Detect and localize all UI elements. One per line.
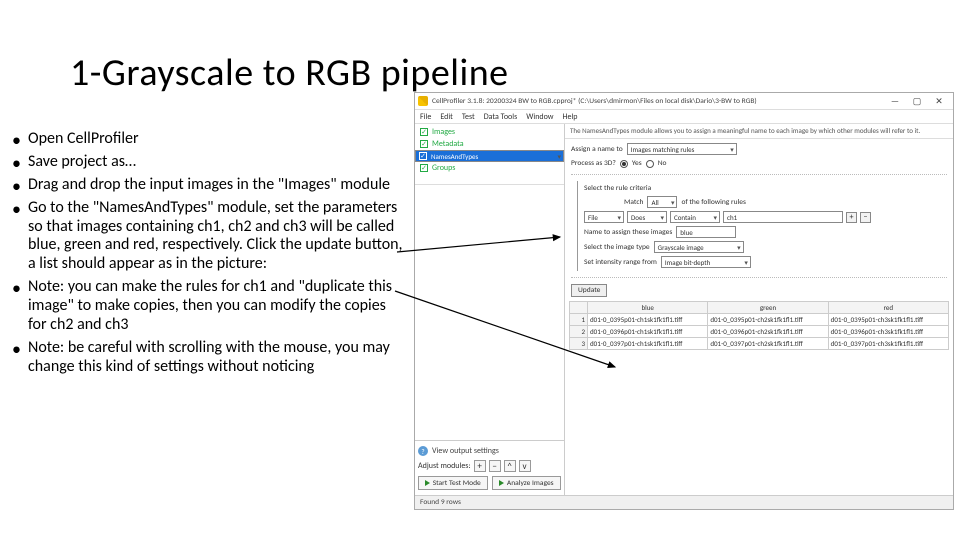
menu-window[interactable]: Window [526,112,553,122]
bullet-list: Open CellProfiler Save project as… Drag … [12,130,407,381]
left-bottom-panel: ?View output settings Adjust modules: + … [415,440,564,495]
bullet-item: Open CellProfiler [12,130,407,149]
checkbox-icon: ✓ [419,152,427,160]
app-icon [418,96,428,106]
rule-header-label: Select the rule criteria [584,184,651,193]
titlebar: CellProfiler 3.1.8: 20200324 BW to RGB.c… [415,93,953,110]
menu-test[interactable]: Test [462,112,475,122]
module-description: The NamesAndTypes module allows you to a… [565,124,953,139]
image-table: blue green red 1 d01-0_0395p01-ch1sk1fk1… [565,301,953,350]
rule-value-input[interactable]: ch1 [723,211,843,223]
intensity-range-label: Set intensity range from [584,258,657,267]
menubar: File Edit Test Data Tools Window Help [415,110,953,124]
match-select[interactable]: All [647,196,677,208]
bullet-item: Note: be careful with scrolling with the… [12,339,407,377]
menu-file[interactable]: File [420,112,431,122]
pipeline-list: ✓Images ✓Metadata ✓NamesAndTypes ✓Groups [415,124,564,185]
assign-name-select[interactable]: Images matching rules [627,143,737,155]
rule-subject-select[interactable]: File [584,211,624,223]
left-panel: ✓Images ✓Metadata ✓NamesAndTypes ✓Groups… [415,124,565,495]
play-icon [425,480,430,486]
table-row[interactable]: 3 d01-0_0397p01-ch1sk1fk1fl1.tiff d01-0_… [570,338,949,350]
adjust-modules-label: Adjust modules: [418,461,471,471]
process3d-label: Process as 3D? [571,159,616,168]
start-test-button[interactable]: Start Test Mode [418,476,488,490]
rules-group: Select the rule criteria Match All of th… [577,181,947,271]
assign-name-label: Assign a name to [571,145,623,154]
play-icon [499,480,504,486]
update-button[interactable]: Update [571,284,607,297]
pipeline-item-metadata[interactable]: ✓Metadata [415,138,564,150]
checkbox-icon: ✓ [420,140,428,148]
table-row[interactable]: 1 d01-0_0395p01-ch1sk1fk1fl1.tiff d01-0_… [570,314,949,326]
bullet-item: Drag and drop the input images in the "I… [12,176,407,195]
module-panel: The NamesAndTypes module allows you to a… [565,124,953,495]
bullet-item: Save project as… [12,153,407,172]
move-down-button[interactable]: v [519,460,531,472]
table-row[interactable]: 2 d01-0_0396p01-ch1sk1fk1fl1.tiff d01-0_… [570,326,949,338]
match-label: Match [624,198,643,207]
maximize-button[interactable]: ▢ [906,94,928,109]
bullet-item: Go to the "NamesAndTypes" module, set th… [12,199,407,275]
add-module-button[interactable]: + [474,460,486,472]
process3d-no-radio[interactable] [646,160,654,168]
col-index [570,302,588,314]
status-bar: Found 9 rows [415,495,953,509]
window-title: CellProfiler 3.1.8: 20200324 BW to RGB.c… [432,97,884,106]
status-text: Found 9 rows [420,498,461,507]
match-suffix: of the following rules [681,198,745,207]
slide-title: 1-Grayscale to RGB pipeline [70,50,509,96]
name-assign-label: Name to assign these images [584,228,672,237]
image-type-label: Select the image type [584,243,650,252]
checkbox-icon: ✓ [420,164,428,172]
help-icon: ? [418,446,428,456]
col-green[interactable]: green [708,302,828,314]
menu-edit[interactable]: Edit [440,112,453,122]
output-settings-link[interactable]: ?View output settings [418,444,561,458]
col-red[interactable]: red [828,302,948,314]
pipeline-item-namesandtypes[interactable]: ✓NamesAndTypes [415,150,564,162]
move-up-button[interactable]: ^ [504,460,516,472]
close-button[interactable]: ✕ [928,94,950,109]
bullet-item: Note: you can make the rules for ch1 and… [12,278,407,335]
checkbox-icon: ✓ [420,128,428,136]
rule-remove-button[interactable]: − [860,212,871,223]
rule-add-button[interactable]: + [846,212,857,223]
pipeline-item-images[interactable]: ✓Images [415,126,564,138]
pipeline-item-groups[interactable]: ✓Groups [415,162,564,174]
menu-help[interactable]: Help [563,112,578,122]
rule-verb-select[interactable]: Does [627,211,667,223]
name-assign-input[interactable]: blue [676,226,736,238]
remove-module-button[interactable]: − [489,460,501,472]
radio-yes-label: Yes [632,159,642,168]
minimize-button[interactable]: — [884,94,906,109]
intensity-range-select[interactable]: Image bit-depth [661,256,751,268]
menu-datatools[interactable]: Data Tools [484,112,518,122]
radio-no-label: No [658,159,667,168]
rule-op-select[interactable]: Contain [670,211,720,223]
cellprofiler-window: CellProfiler 3.1.8: 20200324 BW to RGB.c… [414,92,954,510]
analyze-images-button[interactable]: Analyze Images [492,476,562,490]
image-type-select[interactable]: Grayscale image [654,241,744,253]
col-blue[interactable]: blue [588,302,708,314]
process3d-yes-radio[interactable] [620,160,628,168]
